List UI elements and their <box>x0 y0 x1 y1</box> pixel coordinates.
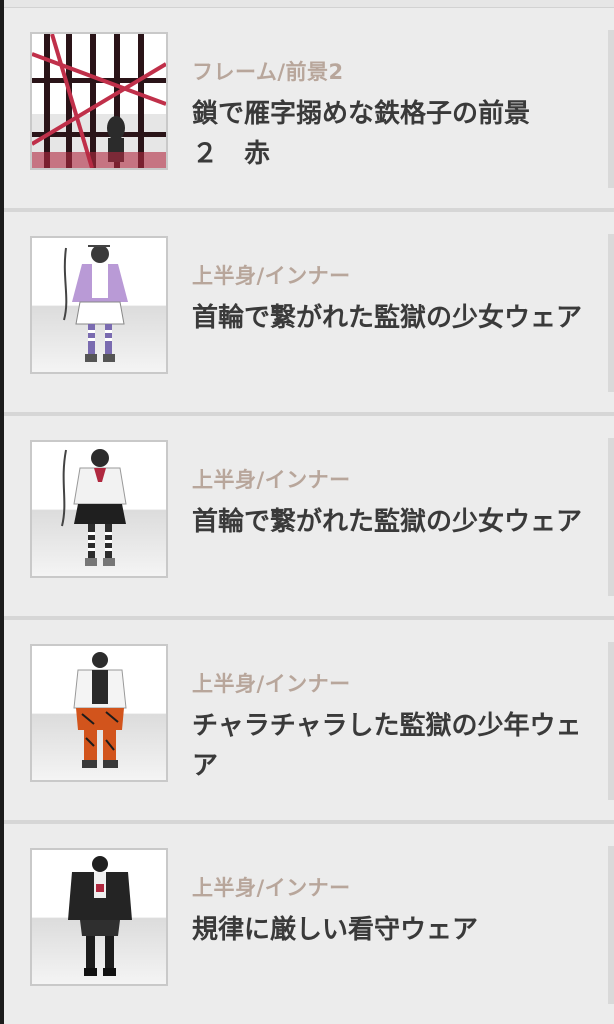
item-edge-mark <box>608 30 614 188</box>
list-item[interactable]: 上半身/インナー 規律に厳しい看守ウェア <box>4 824 614 1024</box>
item-category: 上半身/インナー <box>192 876 351 900</box>
list-item[interactable]: フレーム/前景2 鎖で雁字搦めな鉄格子の前景 ２ 赤 <box>4 8 614 212</box>
prison-guard-outfit-icon <box>30 848 168 986</box>
prison-boy-outfit-icon <box>30 644 168 782</box>
item-title: 首輪で繋がれた監獄の少女ウェア <box>192 507 583 537</box>
list-item[interactable]: 上半身/インナー 首輪で繋がれた監獄の少女ウェア <box>4 416 614 620</box>
item-category: 上半身/インナー <box>192 468 351 492</box>
item-edge-mark <box>608 234 614 392</box>
item-edge-mark <box>608 846 614 1004</box>
item-edge-mark <box>608 438 614 596</box>
list-item[interactable]: 上半身/インナー 首輪で繋がれた監獄の少女ウェア <box>4 212 614 416</box>
item-category: 上半身/インナー <box>192 672 351 696</box>
item-category: 上半身/インナー <box>192 264 351 288</box>
item-title: 首輪で繋がれた監獄の少女ウェア <box>192 303 583 333</box>
item-list: フレーム/前景2 鎖で雁字搦めな鉄格子の前景 ２ 赤 上半身/インナー 首輪で繋… <box>4 8 614 1024</box>
prison-girl-outfit-purple-icon <box>30 236 168 374</box>
item-title: チャラチャラした監獄の少年ウェア <box>192 711 582 781</box>
item-category: フレーム/前景2 <box>192 60 344 84</box>
prison-bars-foreground-icon <box>30 32 168 170</box>
item-edge-mark <box>608 642 614 800</box>
list-item[interactable]: 上半身/インナー チャラチャラした監獄の少年ウェア <box>4 620 614 824</box>
item-list-screen: フレーム/前景2 鎖で雁字搦めな鉄格子の前景 ２ 赤 上半身/インナー 首輪で繋… <box>0 0 614 1024</box>
prison-girl-outfit-red-icon <box>30 440 168 578</box>
item-title: 鎖で雁字搦めな鉄格子の前景 ２ 赤 <box>192 99 531 169</box>
item-title: 規律に厳しい看守ウェア <box>192 915 479 945</box>
top-divider <box>4 0 614 8</box>
